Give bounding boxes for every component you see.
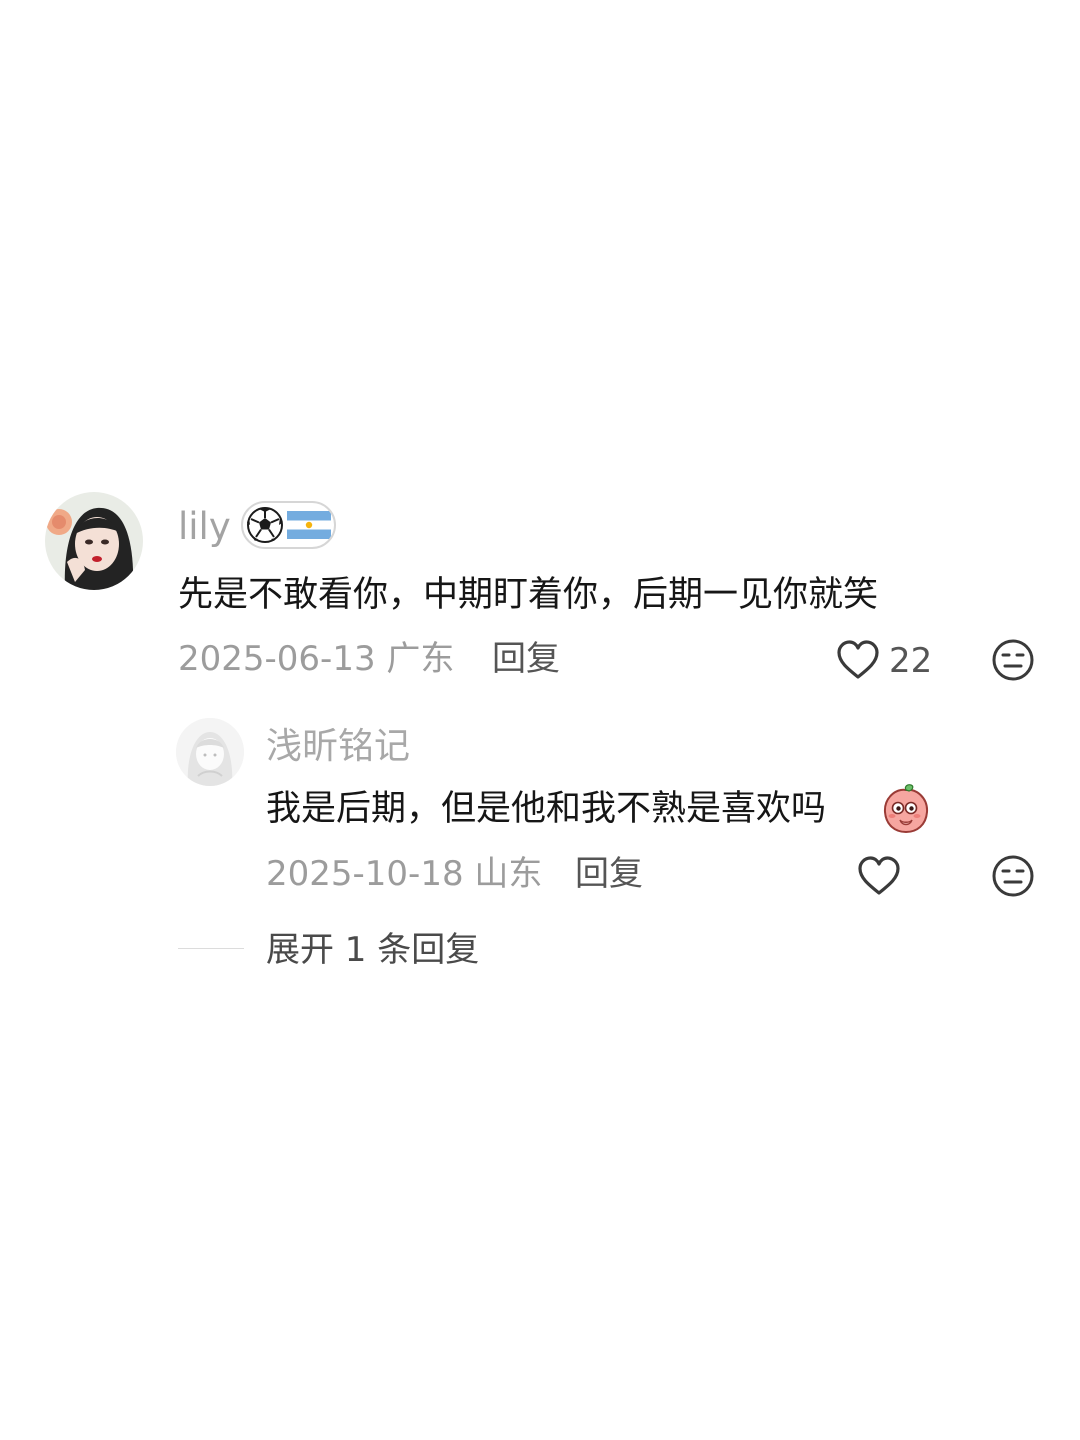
heart-outline-icon	[858, 856, 900, 895]
dislike-button[interactable]	[991, 638, 1035, 682]
avatar[interactable]	[45, 492, 143, 590]
reply-text: 我是后期，但是他和我不熟是喜欢吗	[266, 789, 827, 829]
reply-location: 山东	[474, 854, 543, 894]
meh-face-icon	[992, 639, 1034, 681]
reply-meta: 2025-10-18 山东	[266, 849, 542, 899]
argentina-flag-icon	[287, 511, 331, 539]
reply-username[interactable]: 浅昕铭记	[266, 722, 410, 772]
heart-outline-icon	[837, 640, 879, 679]
reply-date: 2025-10-18	[266, 854, 464, 894]
meh-face-icon	[992, 855, 1034, 897]
comment-location: 广东	[386, 639, 455, 679]
soccer-ball-icon	[247, 507, 283, 543]
reply-reply-button[interactable]: 回复	[575, 849, 643, 899]
expand-replies-button[interactable]: 展开 1 条回复	[266, 925, 479, 975]
reply-avatar[interactable]	[176, 718, 244, 786]
comment-date: 2025-06-13	[178, 639, 376, 679]
reply-dislike-button[interactable]	[991, 854, 1035, 898]
reply-like-button[interactable]	[856, 854, 902, 898]
username[interactable]: lily	[178, 502, 231, 552]
like-button[interactable]	[835, 638, 881, 682]
peach-shy-sticker	[880, 782, 932, 834]
comment-meta: 2025-06-13 广东	[178, 634, 454, 684]
like-count: 22	[889, 641, 933, 681]
reply-button[interactable]: 回复	[492, 634, 560, 684]
comment-text: 先是不敢看你，中期盯着你，后期一见你就笑	[178, 575, 879, 615]
expand-divider	[178, 948, 244, 949]
user-badge	[241, 501, 336, 549]
